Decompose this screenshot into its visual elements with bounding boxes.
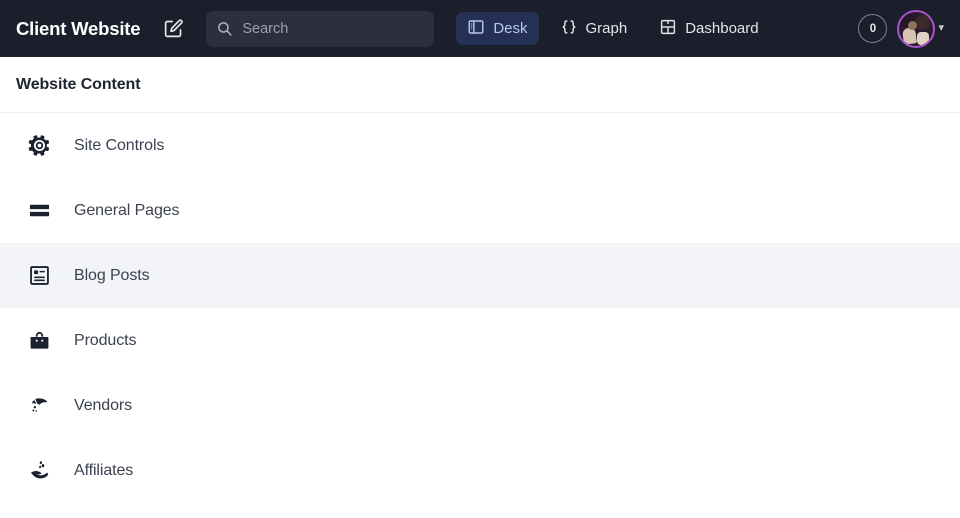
nav-link-label: Desk — [493, 20, 528, 37]
edit-square-icon — [163, 18, 184, 39]
pages-bars-icon — [24, 196, 54, 226]
navbar-right-group: 0 ▾ — [858, 9, 948, 48]
top-navbar: Client Website Search Desk Graph Dashboa… — [0, 0, 960, 57]
search-icon — [216, 20, 233, 37]
nav-link-desk[interactable]: Desk — [456, 12, 539, 45]
hand-coins-icon — [24, 456, 54, 486]
article-icon — [24, 261, 54, 291]
list-item-affiliates[interactable]: Affiliates — [0, 438, 960, 503]
desk-panels-icon — [467, 18, 485, 40]
search-box[interactable] — [206, 10, 435, 47]
chevron-down-icon[interactable]: ▾ — [938, 23, 944, 34]
list-item-products[interactable]: Products — [0, 308, 960, 373]
hand-pointing-icon — [24, 391, 54, 421]
list-item-label: Vendors — [74, 396, 133, 414]
navbar-links: Desk Graph Dashboard — [456, 12, 769, 45]
brand-title: Client Website — [16, 17, 141, 39]
nav-link-label: Graph — [585, 20, 628, 37]
section-header: Website Content — [0, 57, 960, 113]
shopping-bag-icon — [24, 326, 54, 356]
list-item-label: Products — [74, 331, 137, 349]
avatar[interactable] — [897, 9, 936, 48]
curly-braces-icon — [560, 18, 578, 40]
list-item-label: Site Controls — [74, 136, 165, 154]
list-item-general-pages[interactable]: General Pages — [0, 178, 960, 243]
notification-badge[interactable]: 0 — [858, 14, 888, 43]
list-item-site-controls[interactable]: Site Controls — [0, 113, 960, 178]
gear-icon — [24, 131, 54, 161]
dashboard-grid-icon — [659, 18, 677, 40]
user-menu[interactable]: ▾ — [897, 9, 944, 48]
search-input[interactable] — [242, 10, 423, 47]
nav-link-dashboard[interactable]: Dashboard — [648, 12, 769, 45]
list-item-label: General Pages — [74, 201, 180, 219]
list-item-blog-posts[interactable]: Blog Posts — [0, 243, 960, 308]
list-item-label: Blog Posts — [74, 266, 150, 284]
nav-link-graph[interactable]: Graph — [549, 12, 639, 45]
list-item-vendors[interactable]: Vendors — [0, 373, 960, 438]
page-title: Website Content — [16, 75, 141, 93]
workspace: Website Content Site Controls General Pa… — [0, 57, 960, 518]
nav-link-label: Dashboard — [685, 20, 759, 37]
list-item-label: Affiliates — [74, 461, 134, 479]
new-document-button[interactable] — [156, 12, 190, 46]
